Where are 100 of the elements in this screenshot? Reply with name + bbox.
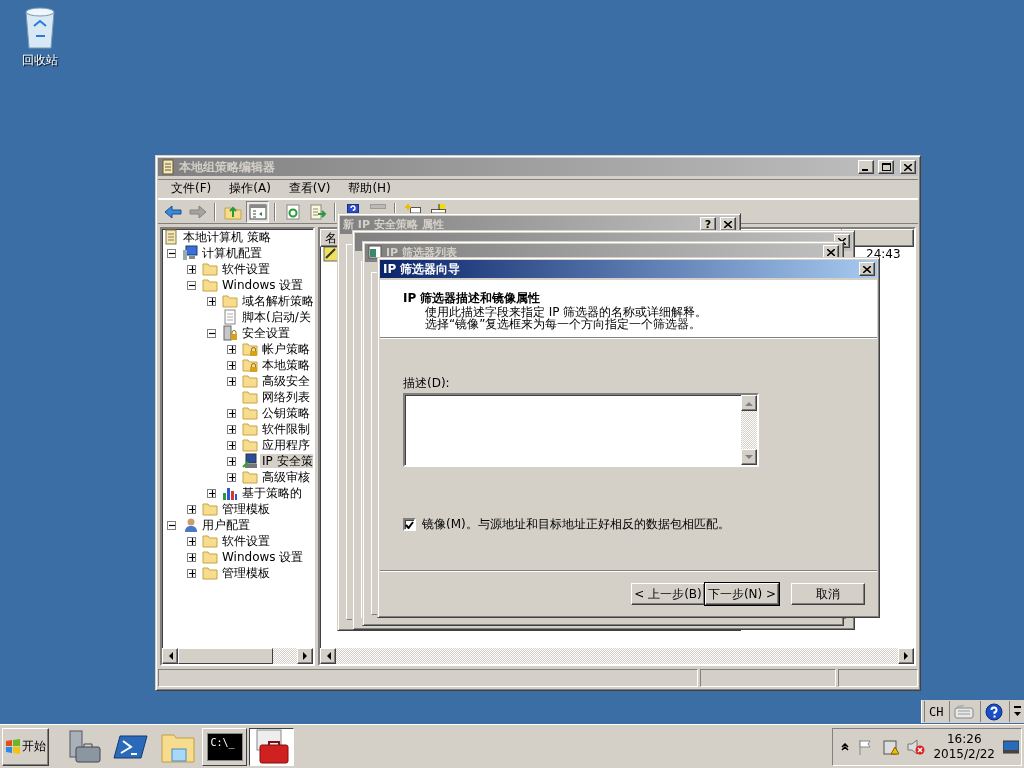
options-button[interactable] bbox=[1009, 701, 1024, 722]
collapse-button[interactable] bbox=[207, 328, 216, 338]
collapse-button[interactable] bbox=[167, 248, 176, 258]
recycle-bin-icon[interactable] bbox=[22, 6, 58, 50]
tree-item[interactable]: Windows 设置 bbox=[220, 278, 306, 292]
collapse-button[interactable] bbox=[187, 280, 196, 290]
description-text: 选择“镜像”复选框来为每一个方向指定一个筛选器。 bbox=[425, 318, 703, 330]
plus-icon bbox=[228, 441, 235, 449]
folder-icon bbox=[242, 437, 258, 453]
start-button[interactable]: 开始 bbox=[2, 727, 49, 766]
keyboard-icon bbox=[954, 704, 975, 719]
expand-button[interactable] bbox=[227, 424, 236, 434]
tree-item[interactable]: 本地策略 bbox=[260, 358, 312, 372]
policy-item-icon bbox=[323, 247, 339, 262]
tree-item[interactable]: 域名解析策略 bbox=[240, 294, 313, 308]
taskbar-button[interactable] bbox=[249, 727, 294, 766]
toolbox-icon bbox=[253, 728, 290, 765]
speaker-muted-icon[interactable] bbox=[907, 738, 926, 755]
up-arrow-icon bbox=[745, 400, 753, 406]
expand-button[interactable] bbox=[227, 360, 236, 370]
expand-button[interactable] bbox=[187, 264, 196, 274]
collapse-button[interactable] bbox=[167, 520, 176, 530]
dropdown-icon bbox=[1014, 705, 1022, 718]
tree-item[interactable]: 软件设置 bbox=[220, 534, 272, 548]
plus-icon bbox=[188, 265, 195, 273]
document-icon bbox=[222, 309, 238, 325]
folder-icon bbox=[202, 549, 218, 565]
user-icon bbox=[182, 517, 198, 533]
expand-button[interactable] bbox=[227, 472, 236, 482]
tree-item[interactable]: 本地计算机 策略 bbox=[181, 230, 273, 244]
folder-icon bbox=[202, 565, 218, 581]
show-desktop-icon[interactable] bbox=[1003, 738, 1019, 755]
tree-item[interactable]: 高级审核 bbox=[260, 470, 312, 484]
tree-item[interactable]: 软件设置 bbox=[220, 262, 272, 276]
tree-item[interactable]: 公钥策略 bbox=[260, 406, 312, 420]
tree-item[interactable]: 应用程序 bbox=[260, 438, 312, 452]
folder-icon bbox=[242, 405, 258, 421]
folder-icon bbox=[242, 373, 258, 389]
description-field[interactable] bbox=[403, 393, 759, 467]
menu-item[interactable]: 文件(F) bbox=[162, 180, 221, 197]
windows-logo-icon bbox=[5, 738, 21, 755]
tree-item[interactable]: 管理模板 bbox=[220, 502, 272, 516]
expand-button[interactable] bbox=[227, 344, 236, 354]
menu-item[interactable]: 操作(A) bbox=[220, 180, 280, 197]
expand-button[interactable] bbox=[187, 536, 196, 546]
sparkle-page-icon bbox=[404, 203, 421, 213]
flag-icon[interactable] bbox=[857, 738, 874, 755]
horizontal-scrollbar[interactable] bbox=[320, 648, 914, 664]
chevron-up-icon[interactable] bbox=[841, 742, 850, 751]
minimize-button[interactable] bbox=[858, 160, 874, 174]
tree-item[interactable]: 用户配置 bbox=[200, 518, 252, 532]
page-heading: IP 筛选器描述和镜像属性 bbox=[403, 291, 542, 306]
plus-icon bbox=[208, 489, 215, 497]
plus-icon bbox=[188, 553, 195, 561]
menu-item[interactable]: 查看(V) bbox=[279, 180, 340, 197]
expand-button[interactable] bbox=[227, 408, 236, 418]
expand-button[interactable] bbox=[187, 504, 196, 514]
tree-item[interactable]: 基于策略的 bbox=[240, 486, 304, 500]
wizard-button[interactable]: 下一步(N) > bbox=[705, 583, 779, 605]
tree-item[interactable]: 软件限制 bbox=[260, 422, 312, 436]
tree-item[interactable]: 帐户策略 bbox=[260, 342, 312, 356]
refresh-icon bbox=[283, 203, 302, 220]
down-arrow-icon bbox=[745, 454, 753, 460]
tree-item[interactable]: 高级安全 bbox=[260, 374, 312, 388]
wizard-button[interactable]: 取消 bbox=[791, 583, 865, 605]
folder-icon bbox=[202, 533, 218, 549]
tree-item[interactable]: Windows 设置 bbox=[220, 550, 306, 564]
left-arrow-icon bbox=[325, 652, 331, 660]
horizontal-scrollbar[interactable] bbox=[162, 648, 313, 664]
expand-button[interactable] bbox=[207, 296, 216, 306]
tree-item[interactable]: 脚本(启动/关 bbox=[240, 310, 313, 324]
taskbar-button[interactable]: C:\_ bbox=[202, 727, 247, 766]
window-title: IP 筛选器列表 bbox=[386, 245, 458, 260]
back-arrow-icon bbox=[163, 203, 182, 220]
folder-icon bbox=[222, 293, 238, 309]
tree-item[interactable]: 管理模板 bbox=[220, 566, 272, 580]
tree-item[interactable]: 安全设置 bbox=[240, 326, 292, 340]
tree-item[interactable]: 计算机配置 bbox=[200, 246, 264, 260]
locked-folder-icon bbox=[242, 357, 258, 373]
expand-button[interactable] bbox=[187, 552, 196, 562]
plus-icon bbox=[228, 361, 235, 369]
help-button[interactable]: ? bbox=[700, 217, 716, 231]
plus-icon bbox=[228, 377, 235, 385]
expand-button[interactable] bbox=[227, 456, 236, 466]
close-button[interactable] bbox=[859, 262, 875, 276]
tree-item[interactable]: 网络列表 bbox=[260, 390, 312, 404]
expand-button[interactable] bbox=[227, 376, 236, 386]
network-warning-icon[interactable] bbox=[881, 738, 900, 755]
expand-button[interactable] bbox=[227, 440, 236, 450]
close-button[interactable] bbox=[900, 160, 916, 174]
tree-item[interactable]: IP 安全策 bbox=[260, 454, 313, 468]
expand-button[interactable] bbox=[207, 488, 216, 498]
close-icon bbox=[827, 248, 835, 256]
maximize-button[interactable] bbox=[878, 160, 894, 174]
left-arrow-icon bbox=[167, 652, 173, 660]
wizard-button[interactable]: < 上一步(B) bbox=[631, 583, 705, 605]
close-button[interactable] bbox=[720, 217, 736, 231]
expand-button[interactable] bbox=[187, 568, 196, 578]
menu-item[interactable]: 帮助(H) bbox=[339, 180, 400, 197]
checkbox[interactable] bbox=[403, 518, 416, 531]
